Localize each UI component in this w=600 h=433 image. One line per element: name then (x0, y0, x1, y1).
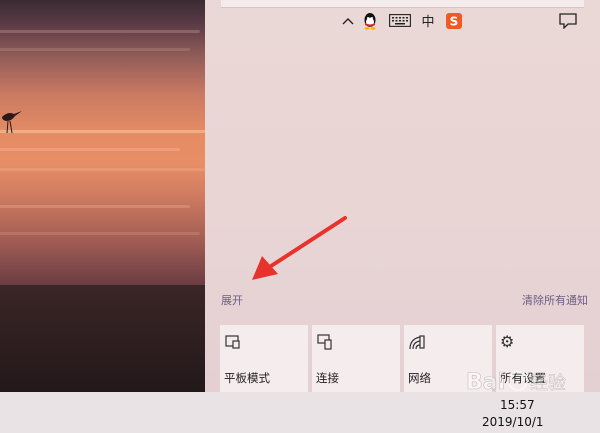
svg-text:Bai: Bai (466, 370, 505, 395)
expand-link[interactable]: 展开 (221, 292, 243, 308)
connect-icon (316, 333, 334, 351)
show-hidden-icons-chevron-icon[interactable] (340, 0, 356, 41)
action-center-panel: 展开 清除所有通知 平板模式 连接 网络 ⚙ 所有设置 (205, 0, 600, 392)
wave (0, 148, 180, 151)
clock-date[interactable]: 2019/10/1 (482, 415, 544, 429)
ime-mode-indicator[interactable]: 中 (418, 0, 438, 41)
svg-text:S: S (450, 14, 459, 28)
wave (0, 48, 190, 51)
qq-icon[interactable] (360, 0, 380, 41)
clear-all-notifications-link[interactable]: 清除所有通知 (522, 292, 588, 308)
gear-icon: ⚙ (500, 332, 515, 351)
tile-connect[interactable]: 连接 (312, 325, 400, 392)
action-center-notification-icon[interactable] (556, 0, 580, 41)
desktop-wallpaper (0, 0, 205, 392)
bird-silhouette (2, 111, 22, 134)
wave (0, 168, 205, 171)
wave (0, 232, 200, 235)
svg-text:经验: 经验 (530, 373, 566, 394)
tablet-mode-icon (224, 333, 242, 351)
baidu-jingyan-watermark: Bai 经验 (466, 355, 586, 407)
touch-keyboard-icon[interactable] (387, 0, 413, 41)
tile-tablet-mode[interactable]: 平板模式 (220, 325, 308, 392)
sogou-input-icon[interactable]: S (444, 0, 464, 41)
wave (0, 30, 200, 33)
tile-label: 连接 (316, 371, 339, 385)
tile-label: 网络 (408, 371, 431, 385)
network-icon (408, 333, 426, 351)
wallpaper-shore (0, 285, 205, 392)
wave (0, 130, 205, 133)
wave (0, 205, 190, 208)
tile-label: 平板模式 (224, 371, 270, 385)
